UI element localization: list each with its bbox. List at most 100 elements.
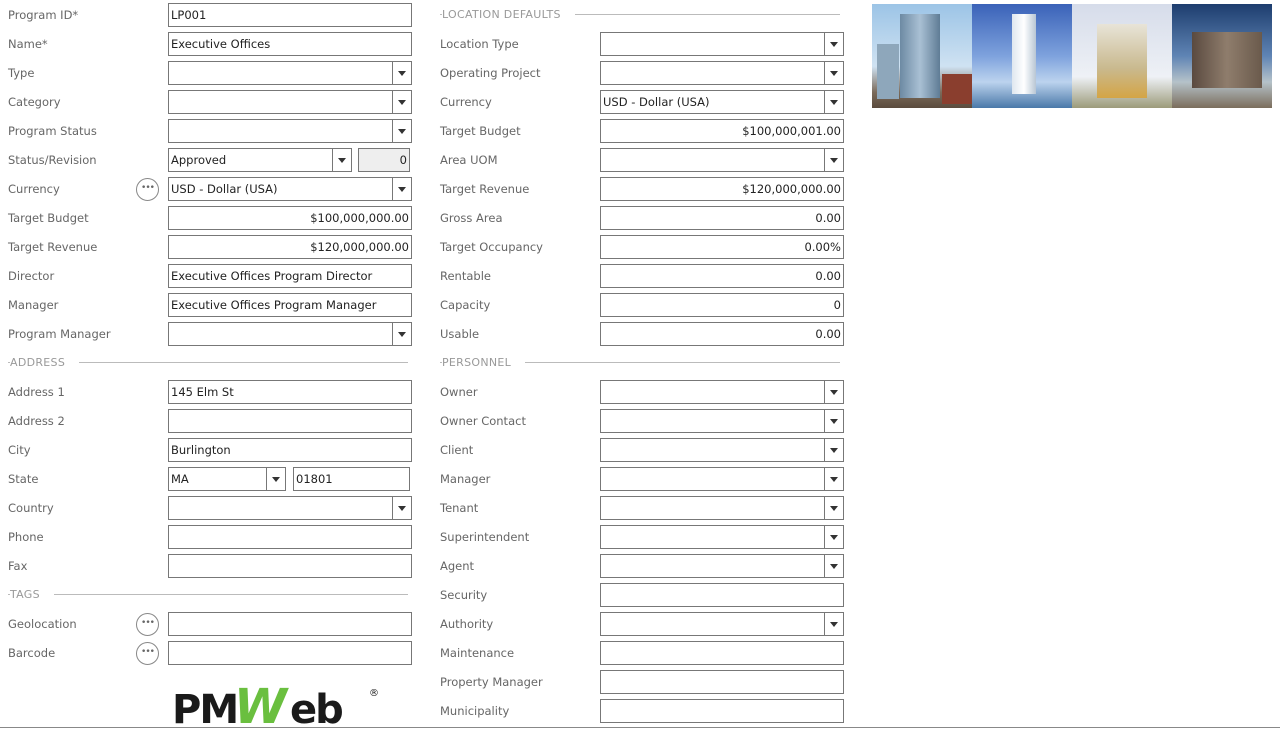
section-tags: TAGS bbox=[8, 583, 408, 607]
location-type-field[interactable] bbox=[600, 32, 844, 56]
currency-field-value: USD - Dollar (USA) bbox=[603, 95, 710, 109]
svg-text:PM: PM bbox=[172, 687, 237, 726]
section-personnel: PERSONNEL bbox=[440, 351, 840, 375]
form-row: Director Executive Offices Program Direct… bbox=[8, 264, 412, 288]
chevron-down-icon[interactable] bbox=[824, 468, 843, 490]
address-2-field[interactable] bbox=[168, 409, 412, 433]
manager-field[interactable]: Executive Offices Program Manager bbox=[168, 293, 412, 317]
program-id-field-value: LP001 bbox=[171, 8, 207, 22]
target-revenue-field[interactable]: $120,000,000.00 bbox=[600, 177, 844, 201]
category-label: Category bbox=[8, 95, 61, 109]
chevron-down-icon[interactable] bbox=[392, 323, 411, 345]
state-select[interactable]: MA bbox=[168, 467, 286, 491]
country-label: Country bbox=[8, 501, 54, 515]
target-budget-field[interactable]: $100,000,001.00 bbox=[600, 119, 844, 143]
currency-field[interactable]: USD - Dollar (USA) bbox=[600, 90, 844, 114]
form-row: Capacity 0 bbox=[440, 293, 844, 317]
operating-project-field[interactable] bbox=[600, 61, 844, 85]
capacity-field[interactable]: 0 bbox=[600, 293, 844, 317]
form-row: Client bbox=[440, 438, 844, 462]
chevron-down-icon[interactable] bbox=[392, 178, 411, 200]
geolocation-field[interactable] bbox=[168, 612, 412, 636]
form-row: Tenant bbox=[440, 496, 844, 520]
ellipsis-icon[interactable]: ••• bbox=[136, 178, 159, 201]
state-label: State bbox=[8, 472, 39, 486]
program-manager-field[interactable] bbox=[168, 322, 412, 346]
chevron-down-icon[interactable] bbox=[392, 62, 411, 84]
barcode-label: Barcode bbox=[8, 646, 56, 660]
municipality-label: Municipality bbox=[440, 704, 510, 718]
chevron-down-icon[interactable] bbox=[824, 149, 843, 171]
security-field[interactable] bbox=[600, 583, 844, 607]
chevron-down-icon[interactable] bbox=[824, 555, 843, 577]
form-row: Location Type bbox=[440, 32, 844, 56]
building-photo-3 bbox=[1072, 4, 1172, 108]
currency-field[interactable]: USD - Dollar (USA) bbox=[168, 177, 412, 201]
program-status-field[interactable] bbox=[168, 119, 412, 143]
ellipsis-icon[interactable]: ••• bbox=[136, 642, 159, 665]
target-revenue-field[interactable]: $120,000,000.00 bbox=[168, 235, 412, 259]
chevron-down-icon[interactable] bbox=[824, 91, 843, 113]
chevron-down-icon[interactable] bbox=[824, 33, 843, 55]
status-revision-select-value: Approved bbox=[171, 153, 227, 167]
target-budget-field-value: $100,000,001.00 bbox=[742, 124, 841, 138]
chevron-down-icon[interactable] bbox=[824, 497, 843, 519]
phone-field[interactable] bbox=[168, 525, 412, 549]
category-field[interactable] bbox=[168, 90, 412, 114]
tenant-field[interactable] bbox=[600, 496, 844, 520]
form-row: Program Status bbox=[8, 119, 412, 143]
tenant-label: Tenant bbox=[440, 501, 479, 515]
property-manager-field[interactable] bbox=[600, 670, 844, 694]
authority-field[interactable] bbox=[600, 612, 844, 636]
currency-label: Currency bbox=[8, 182, 60, 196]
usable-field[interactable]: 0.00 bbox=[600, 322, 844, 346]
chevron-down-icon[interactable] bbox=[824, 410, 843, 432]
status-revision-select[interactable]: Approved bbox=[168, 148, 352, 172]
owner-label: Owner bbox=[440, 385, 478, 399]
owner-field[interactable] bbox=[600, 380, 844, 404]
director-field[interactable]: Executive Offices Program Director bbox=[168, 264, 412, 288]
svg-text:®: ® bbox=[369, 688, 379, 699]
target-occupancy-field[interactable]: 0.00% bbox=[600, 235, 844, 259]
manager-field[interactable] bbox=[600, 467, 844, 491]
superintendent-field[interactable] bbox=[600, 525, 844, 549]
gross-area-field[interactable]: 0.00 bbox=[600, 206, 844, 230]
municipality-field[interactable] bbox=[600, 699, 844, 723]
area-uom-field[interactable] bbox=[600, 148, 844, 172]
address-1-field[interactable]: 145 Elm St bbox=[168, 380, 412, 404]
form-row: Manager bbox=[440, 467, 844, 491]
name-field[interactable]: Executive Offices bbox=[168, 32, 412, 56]
zip-field[interactable]: 01801 bbox=[293, 467, 410, 491]
rentable-field[interactable]: 0.00 bbox=[600, 264, 844, 288]
chevron-down-icon[interactable] bbox=[392, 91, 411, 113]
country-field[interactable] bbox=[168, 496, 412, 520]
chevron-down-icon[interactable] bbox=[824, 613, 843, 635]
chevron-down-icon[interactable] bbox=[266, 468, 285, 490]
chevron-down-icon[interactable] bbox=[824, 381, 843, 403]
form-row: Rentable 0.00 bbox=[440, 264, 844, 288]
building-photo-1 bbox=[872, 4, 972, 108]
chevron-down-icon[interactable] bbox=[392, 497, 411, 519]
fax-field[interactable] bbox=[168, 554, 412, 578]
program-id-field[interactable]: LP001 bbox=[168, 3, 412, 27]
chevron-down-icon[interactable] bbox=[824, 439, 843, 461]
capacity-field-value: 0 bbox=[833, 298, 841, 312]
type-field[interactable] bbox=[168, 61, 412, 85]
target-budget-field[interactable]: $100,000,000.00 bbox=[168, 206, 412, 230]
chevron-down-icon[interactable] bbox=[824, 62, 843, 84]
gross-area-label: Gross Area bbox=[440, 211, 503, 225]
manager-label: Manager bbox=[8, 298, 59, 312]
zip-field-value: 01801 bbox=[296, 472, 333, 486]
ellipsis-icon[interactable]: ••• bbox=[136, 613, 159, 636]
client-field[interactable] bbox=[600, 438, 844, 462]
chevron-down-icon[interactable] bbox=[392, 120, 411, 142]
city-field[interactable]: Burlington bbox=[168, 438, 412, 462]
owner-contact-field[interactable] bbox=[600, 409, 844, 433]
chevron-down-icon[interactable] bbox=[824, 526, 843, 548]
superintendent-label: Superintendent bbox=[440, 530, 530, 544]
agent-field[interactable] bbox=[600, 554, 844, 578]
barcode-field[interactable] bbox=[168, 641, 412, 665]
chevron-down-icon[interactable] bbox=[332, 149, 351, 171]
maintenance-field[interactable] bbox=[600, 641, 844, 665]
form-row: Phone bbox=[8, 525, 412, 549]
